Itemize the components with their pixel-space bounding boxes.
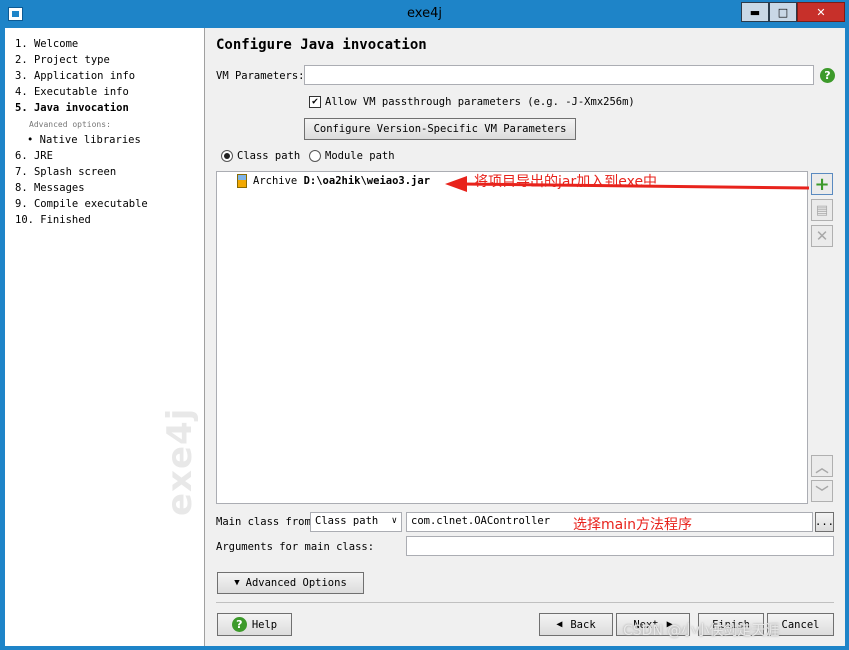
minimize-button[interactable]: ▬ [741,2,769,22]
csdn-watermark: CSDN @小小侠剑走天涯 [623,623,780,639]
client-area: 1. Welcome 2. Project type 3. Applicatio… [5,28,845,646]
main-annotation-text: 选择main方法程序 [573,517,692,533]
window-title: exe4j [407,6,442,21]
annotation-arrow [445,176,810,192]
maximize-button[interactable]: □ [769,2,797,22]
close-button[interactable]: ✕ [797,2,845,22]
title-bar: exe4j ▬ □ ✕ [0,0,849,28]
